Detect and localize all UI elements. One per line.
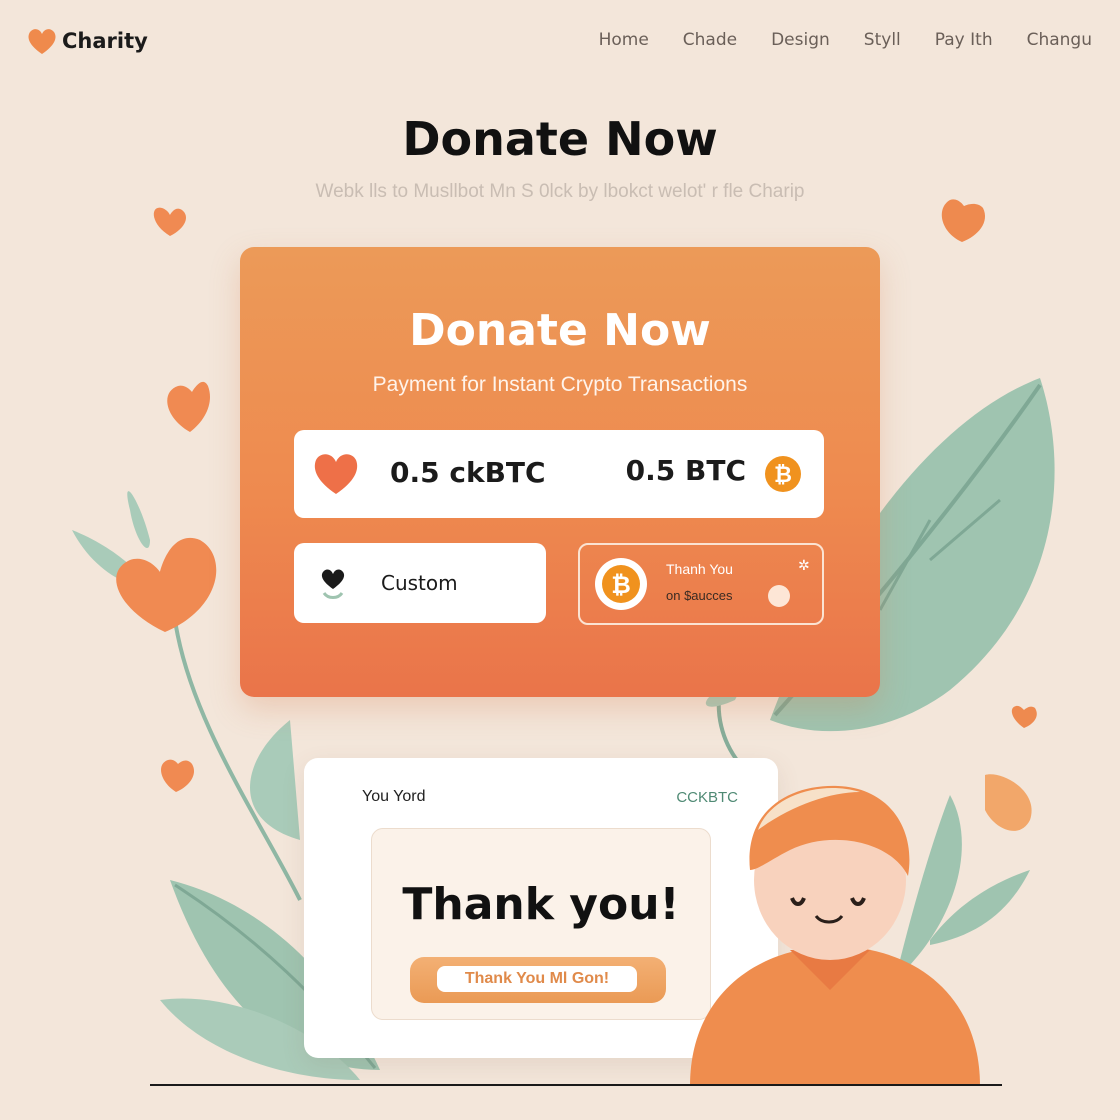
heart-decoration (161, 759, 195, 792)
svg-text:₿: ₿ (611, 571, 631, 599)
confirmation-label: You Yord (362, 788, 426, 805)
character-illustration (690, 785, 980, 1086)
sparkle-icon: ✲ (798, 557, 810, 573)
thank-you-panel: Thank you! Thank You Ml Gon! (371, 828, 711, 1020)
thanks-text: Thanh You (666, 561, 733, 577)
custom-amount-button[interactable]: Custom (294, 543, 546, 623)
thank-you-button-label: Thank You Ml Gon! (437, 966, 637, 992)
nav-changu[interactable]: Changu (1027, 30, 1092, 50)
nav-styll[interactable]: Styll (864, 30, 901, 50)
logo-text: Charity (62, 29, 148, 53)
thank-you-title: Thank you! (402, 879, 680, 930)
heart-decoration (1011, 705, 1037, 728)
card-title: Donate Now (409, 305, 711, 356)
top-nav: Home Chade Design Styll Pay Ith Changu (599, 30, 1092, 50)
nav-pay-ith[interactable]: Pay Ith (935, 30, 993, 50)
amount-selector[interactable]: 0.5 ckBTC 0.5 BTC ₿ (294, 430, 824, 518)
nav-home[interactable]: Home (599, 30, 649, 50)
success-text: on $aucces (666, 588, 733, 603)
card-subtitle: Payment for Instant Crypto Transactions (372, 373, 748, 396)
donate-card: Donate Now Payment for Instant Crypto Tr… (240, 247, 880, 697)
thank-you-button[interactable]: Thank You Ml Gon! (410, 957, 666, 1003)
heart-icon (314, 454, 358, 494)
page-subtitle: Webk lls to Musllbot Mn S 0lck by lbokct… (315, 181, 805, 202)
nav-design[interactable]: Design (771, 30, 830, 50)
custom-label: Custom (381, 571, 458, 595)
page-title: Donate Now (402, 112, 718, 166)
badge-icon (768, 585, 790, 607)
ckbtc-amount[interactable]: 0.5 ckBTC (390, 456, 546, 489)
heart-decoration (153, 207, 186, 236)
heart-plant-icon (321, 569, 345, 599)
bitcoin-icon: ₿ (765, 456, 801, 492)
heart-decoration (941, 199, 986, 242)
logo[interactable]: Charity (26, 26, 148, 56)
heart-decoration (167, 381, 210, 432)
svg-text:₿: ₿ (774, 463, 792, 488)
btc-amount[interactable]: 0.5 BTC (626, 454, 746, 487)
ground-line (150, 1084, 1002, 1086)
nav-chade[interactable]: Chade (683, 30, 737, 50)
bitcoin-badge-icon: ₿ (595, 558, 647, 610)
heart-decoration (116, 537, 217, 632)
heart-logo-icon (28, 29, 56, 54)
thank-you-status: ₿ Thanh You on $aucces ✲ (578, 543, 824, 625)
